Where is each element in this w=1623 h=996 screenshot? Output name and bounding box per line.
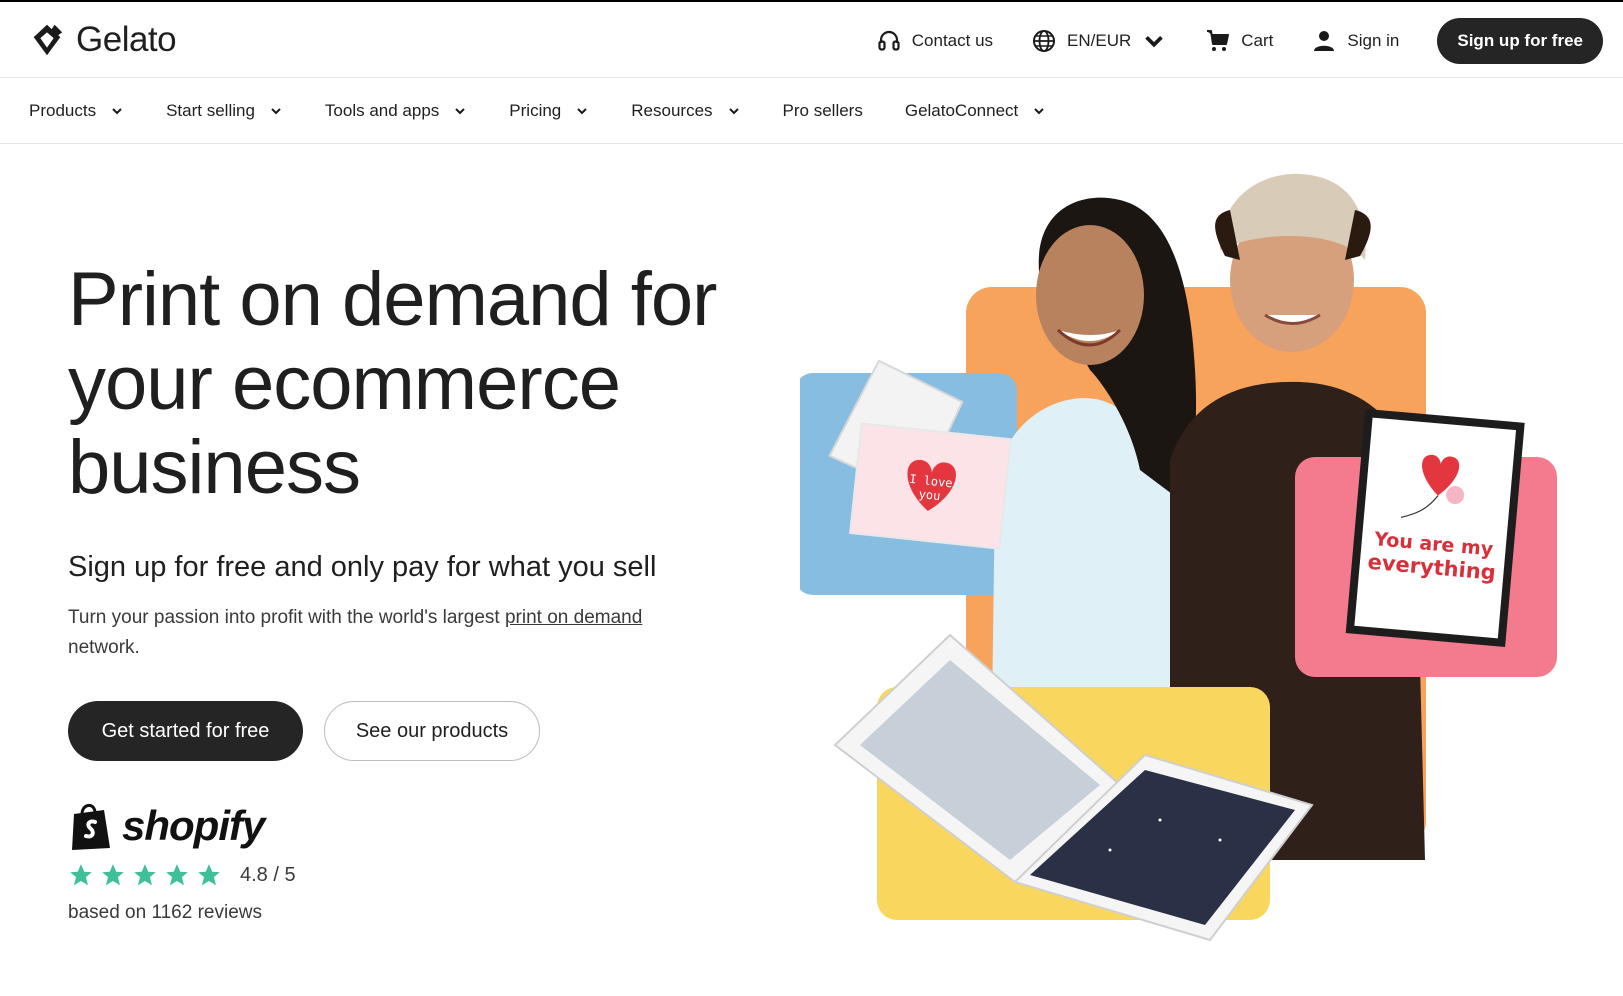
star-icon — [134, 864, 156, 886]
nav-label: Pro sellers — [782, 101, 863, 120]
brand-name: Gelato — [76, 20, 177, 59]
chevron-down-icon — [728, 108, 739, 115]
hero-desc-text: network. — [68, 637, 140, 658]
star-icon — [102, 864, 124, 886]
gelato-logo-icon — [33, 24, 63, 56]
gelato-logo[interactable]: Gelato — [28, 20, 177, 60]
hero-illustration: I love you You are my everything — [800, 173, 1557, 942]
rating-value: 4.8 / 5 — [240, 863, 296, 886]
star-icon — [198, 864, 220, 886]
card-text: you — [918, 487, 941, 503]
top-header: Gelato Contact us EN/EUR Cart Sign in Si… — [0, 0, 1623, 78]
chevron-down-icon — [1034, 108, 1044, 115]
sign-in-label: Sign in — [1347, 31, 1400, 50]
cart-link[interactable]: Cart — [1205, 28, 1273, 54]
chevron-down-icon — [577, 108, 587, 115]
shopify-bag-icon — [72, 804, 110, 850]
cart-label: Cart — [1241, 31, 1274, 50]
main-nav: Products Start selling Tools and apps Pr… — [0, 79, 1623, 144]
nav-label: Products — [29, 101, 97, 120]
nav-item-start-selling[interactable]: Start selling — [166, 101, 283, 121]
globe-icon — [1033, 30, 1056, 52]
cart-icon — [1207, 30, 1230, 51]
review-count: based on 1162 reviews — [68, 902, 262, 923]
chevron-down-icon — [112, 108, 122, 115]
get-started-button[interactable]: Get started for free — [68, 701, 303, 761]
contact-us-label: Contact us — [911, 31, 994, 50]
hero-subtitle: Sign up for free and only pay for what y… — [68, 551, 657, 583]
nav-item-gelatoconnect[interactable]: GelatoConnect — [905, 101, 1046, 121]
nav-label: Resources — [631, 101, 713, 120]
hero-title-line: your ecommerce — [68, 341, 621, 426]
shopify-wordmark: shopify — [122, 802, 265, 849]
nav-item-products[interactable]: Products — [29, 101, 124, 121]
rating-row: 4.8 / 5 — [68, 862, 296, 888]
nav-item-pro-sellers[interactable]: Pro sellers — [783, 101, 863, 121]
sign-in-link[interactable]: Sign in — [1311, 28, 1399, 54]
shopify-logo: shopify — [68, 800, 265, 852]
nav-item-resources[interactable]: Resources — [631, 101, 740, 121]
hero-title-line: business — [68, 425, 361, 510]
chevron-down-icon — [271, 108, 281, 115]
hero-description: Turn your passion into profit with the w… — [68, 603, 708, 663]
contact-us-link[interactable]: Contact us — [876, 28, 993, 54]
print-on-demand-link[interactable]: print on demand — [505, 607, 642, 628]
hero-desc-text: Turn your passion into profit with the w… — [68, 607, 505, 628]
nav-label: Tools and apps — [324, 101, 440, 120]
nav-label: GelatoConnect — [904, 101, 1019, 120]
locale-selector[interactable]: EN/EUR — [1031, 28, 1167, 54]
hero-title: Print on demand for your ecommerce busin… — [68, 258, 788, 510]
locale-label: EN/EUR — [1067, 31, 1132, 50]
star-icon — [166, 864, 188, 886]
love-card: I love you — [849, 422, 1012, 550]
framed-poster: You are my everything — [1345, 408, 1525, 647]
star-icon — [70, 864, 92, 886]
user-icon — [1314, 31, 1335, 51]
chevron-down-icon — [455, 108, 466, 115]
headset-icon — [878, 30, 900, 51]
nav-item-tools-and-apps[interactable]: Tools and apps — [325, 101, 467, 121]
sign-up-button[interactable]: Sign up for free — [1437, 18, 1603, 64]
hero-title-line: Print on demand for — [68, 257, 717, 342]
see-products-button[interactable]: See our products — [324, 701, 540, 761]
nav-item-pricing[interactable]: Pricing — [509, 101, 589, 121]
nav-label: Start selling — [166, 101, 255, 120]
chevron-down-icon — [1145, 35, 1164, 48]
nav-label: Pricing — [509, 101, 562, 120]
top-actions: Contact us EN/EUR Cart Sign in Sign up f… — [876, 18, 1603, 64]
